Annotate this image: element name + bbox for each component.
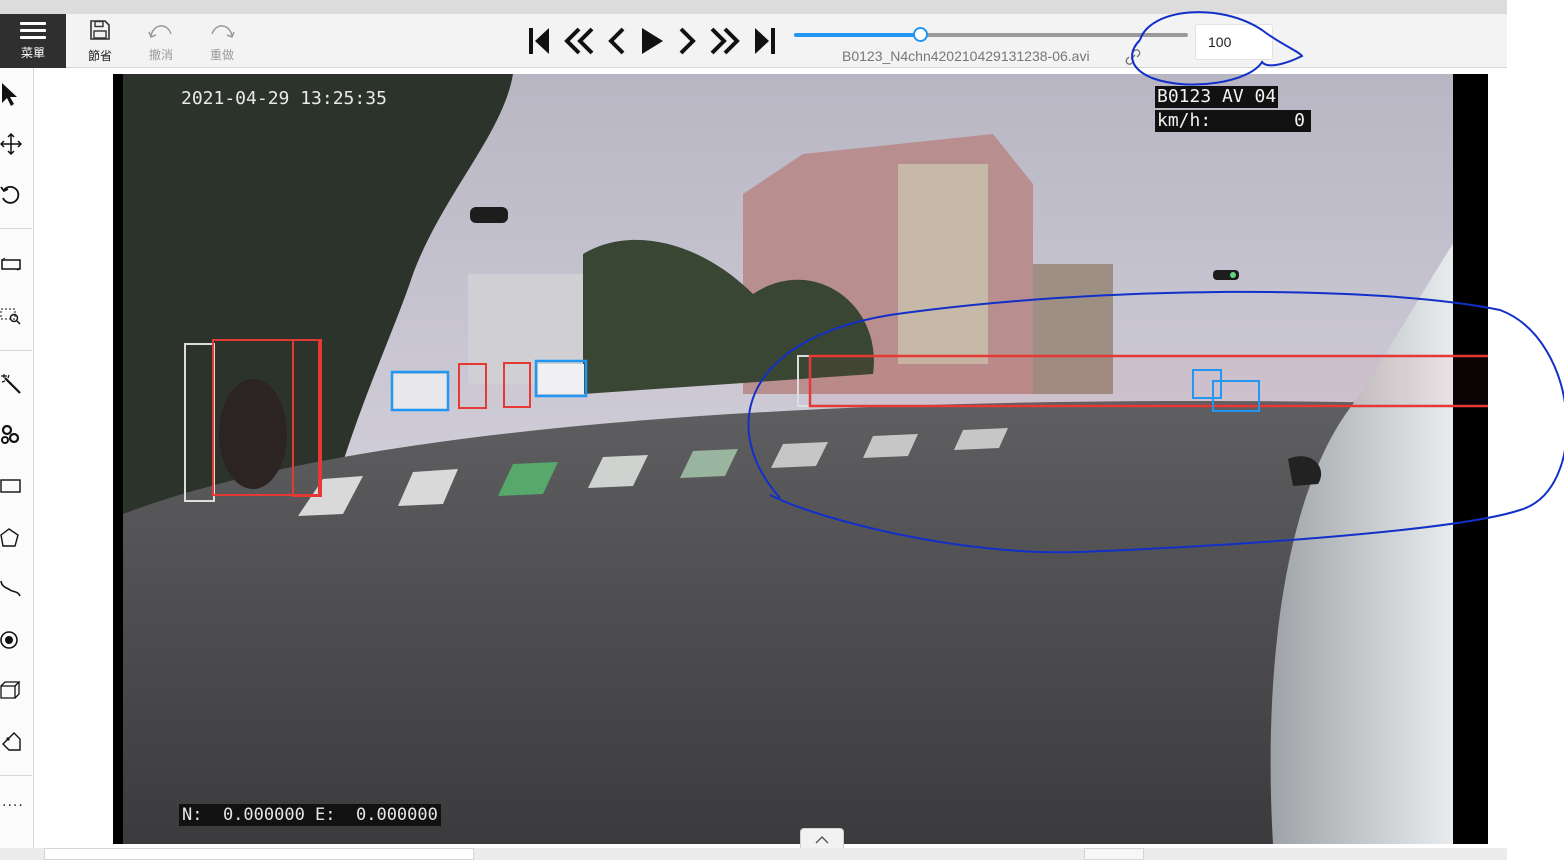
frame-number-input[interactable] <box>1195 24 1273 60</box>
green-signal <box>1230 272 1236 278</box>
speed-value: 0 <box>1294 110 1305 131</box>
undo-button[interactable]: 撤消 <box>133 14 189 68</box>
device-id-label: B0123 AV 04 <box>1155 86 1279 108</box>
frame-slider[interactable] <box>794 27 1188 42</box>
link-chain-icon[interactable] <box>1125 49 1141 65</box>
hamburger-icon <box>20 21 46 39</box>
redo-arc-icon <box>211 24 235 38</box>
video-timestamp: 2021-04-29 13:25:35 <box>181 88 387 109</box>
cuboid-icon <box>0 681 21 699</box>
slider-fill <box>794 33 921 37</box>
cuboid-tool[interactable] <box>0 670 34 710</box>
menu-button[interactable]: 菜單 <box>0 14 66 68</box>
floppy-disk-icon <box>90 19 110 40</box>
slider-knob[interactable] <box>913 27 929 42</box>
pentagon-icon <box>0 528 19 547</box>
move-tool[interactable] <box>0 124 34 164</box>
polyline-icon <box>0 580 21 597</box>
window-top-strip <box>0 0 1507 14</box>
white-car <box>393 374 448 409</box>
gps-coordinates: N: 0.000000 E: 0.000000 <box>179 804 441 826</box>
more-tools-icon[interactable]: ···· <box>2 798 24 814</box>
zoom-region-tool[interactable] <box>0 296 34 336</box>
save-button[interactable]: 節省 <box>72 14 128 68</box>
redo-label: 重做 <box>209 47 234 62</box>
magic-wand-tool[interactable] <box>0 364 34 404</box>
bottom-tab[interactable] <box>44 848 474 860</box>
expand-panel-button[interactable] <box>800 828 844 850</box>
polygon-tool[interactable] <box>0 518 34 558</box>
ai-brain-icon <box>1 424 20 444</box>
frame-border-right <box>1453 74 1488 844</box>
select-tool[interactable] <box>0 74 34 114</box>
first-frame-icon[interactable] <box>527 26 551 56</box>
video-canvas[interactable]: 2021-04-29 13:25:35 B0123 AV 04 km/h: 0 … <box>113 74 1488 844</box>
bottom-panel-bar <box>0 848 1507 860</box>
undo-label: 撤消 <box>148 47 173 62</box>
tool-sidebar: ···· <box>0 68 34 860</box>
magic-wand-icon <box>1 374 21 394</box>
video-frame <box>123 74 1488 844</box>
bbox-red-wide[interactable] <box>808 354 1488 408</box>
tag-tool[interactable] <box>0 722 34 762</box>
rectangle-tool[interactable] <box>0 466 34 506</box>
traffic-light-left <box>470 207 508 223</box>
point-tool[interactable] <box>0 620 34 660</box>
speed-label: km/h: <box>1157 110 1212 131</box>
playback-controls <box>527 14 777 68</box>
save-label: 節省 <box>87 48 112 63</box>
bottom-tab[interactable] <box>1084 848 1144 860</box>
forward-fast-icon[interactable] <box>709 26 741 56</box>
fit-image-tool[interactable] <box>0 244 34 284</box>
polyline-tool[interactable] <box>0 568 34 608</box>
zoom-region-icon <box>0 308 21 325</box>
ai-tools[interactable] <box>0 414 34 454</box>
sidebar-divider <box>0 775 32 776</box>
menu-label: 菜單 <box>20 45 45 60</box>
play-icon[interactable] <box>639 26 665 56</box>
fit-frame-icon <box>1 257 21 271</box>
previous-frame-icon[interactable] <box>607 26 627 56</box>
rectangle-icon <box>0 479 21 493</box>
last-frame-icon[interactable] <box>753 26 777 56</box>
cursor-arrow-icon <box>2 83 17 106</box>
chevron-up-icon <box>815 835 829 843</box>
rewind-fast-icon[interactable] <box>563 26 595 56</box>
rider <box>219 379 287 489</box>
rotate-tool[interactable] <box>0 175 34 215</box>
road-surface <box>123 401 1453 844</box>
redo-button[interactable]: 重做 <box>194 14 250 68</box>
video-filename: B0123_N4chn420210429131238-06.avi <box>842 48 1090 64</box>
mural <box>898 164 988 364</box>
top-toolbar: 菜單 節省 撤消 重做 B0123_N4chn420210429131238-0… <box>0 14 1507 68</box>
speed-readout: km/h: 0 <box>1155 110 1311 132</box>
tag-icon <box>2 732 21 751</box>
white-van <box>538 364 584 394</box>
rotate-icon <box>0 185 20 204</box>
move-arrows-icon <box>0 133 22 155</box>
sidebar-divider <box>0 228 32 229</box>
next-frame-icon[interactable] <box>677 26 697 56</box>
point-target-icon <box>0 631 18 649</box>
sidebar-divider <box>0 350 32 351</box>
undo-arc-icon <box>148 24 172 38</box>
